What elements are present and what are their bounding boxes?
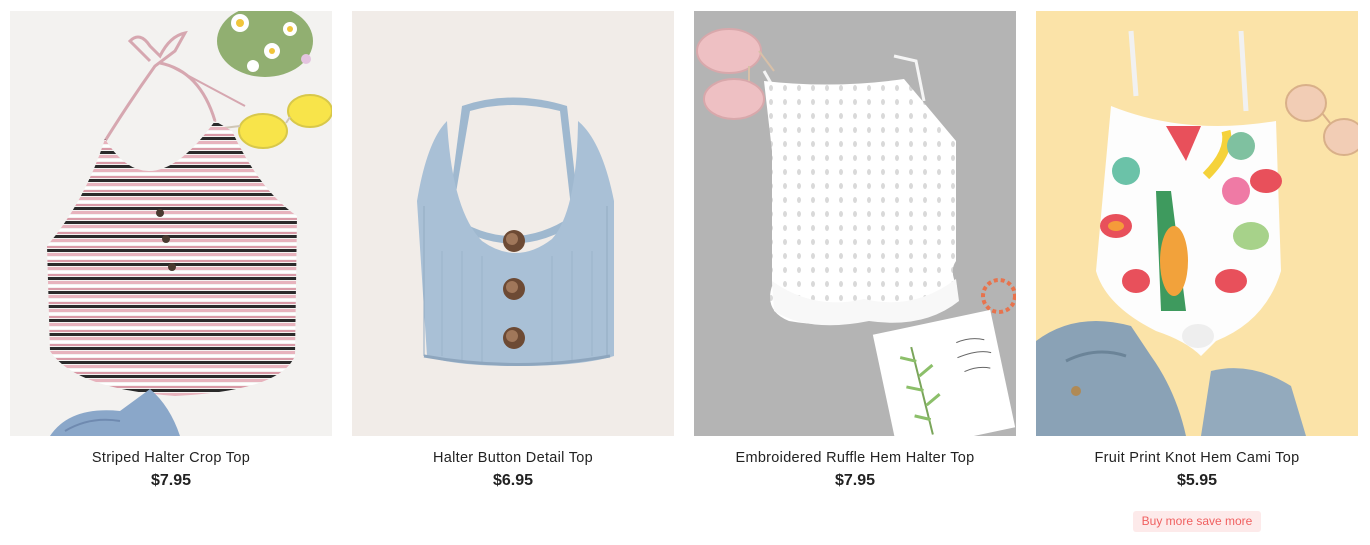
product-grid: Striped Halter Crop Top $7.95 Halter But… bbox=[10, 11, 1358, 532]
product-name[interactable]: Striped Halter Crop Top bbox=[92, 449, 250, 467]
product-card-halter-button[interactable]: Halter Button Detail Top $6.95 bbox=[352, 11, 674, 532]
product-card-striped-halter[interactable]: Striped Halter Crop Top $7.95 bbox=[10, 11, 332, 532]
product-image[interactable] bbox=[694, 11, 1016, 436]
product-card-fruit-print-cami[interactable]: Fruit Print Knot Hem Cami Top $5.95 Buy … bbox=[1036, 11, 1358, 532]
product-price: $7.95 bbox=[150, 472, 192, 489]
product-price: $7.95 bbox=[834, 472, 876, 489]
product-name[interactable]: Fruit Print Knot Hem Cami Top bbox=[1094, 449, 1299, 467]
buy-more-save-more-badge[interactable]: Buy more save more bbox=[1132, 511, 1262, 532]
product-price: $6.95 bbox=[492, 472, 534, 489]
product-card-embroidered-ruffle[interactable]: Embroidered Ruffle Hem Halter Top $7.95 bbox=[694, 11, 1016, 532]
product-image[interactable] bbox=[1036, 11, 1358, 436]
product-price: $5.95 bbox=[1176, 472, 1218, 489]
product-name[interactable]: Embroidered Ruffle Hem Halter Top bbox=[735, 449, 974, 467]
product-name[interactable]: Halter Button Detail Top bbox=[433, 449, 593, 467]
product-image[interactable] bbox=[352, 11, 674, 436]
product-image[interactable] bbox=[10, 11, 332, 436]
